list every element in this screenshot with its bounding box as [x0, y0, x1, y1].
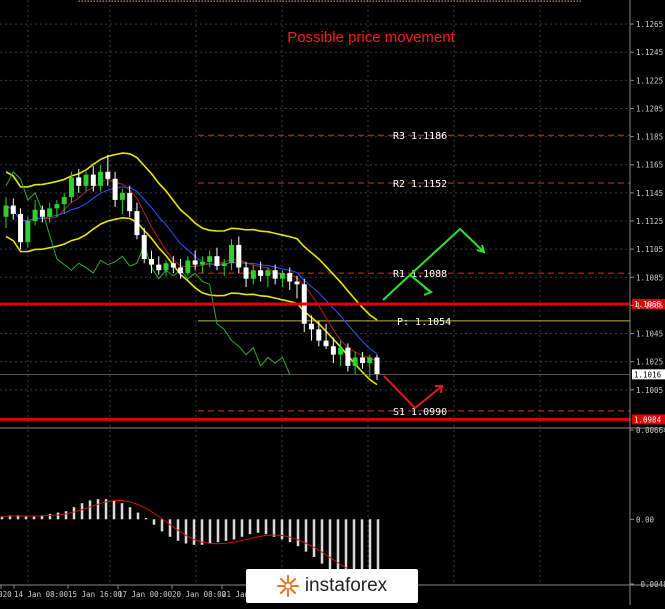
candle	[309, 324, 314, 330]
candle	[40, 210, 45, 217]
axis-tick-label: 1.1205	[636, 104, 663, 113]
candle	[91, 175, 96, 186]
axis-tick-label: 1.1125	[636, 217, 663, 226]
candle	[338, 348, 343, 355]
logo-starburst-icon	[277, 575, 299, 597]
axis-tick-label: 1.1025	[636, 358, 663, 367]
axis-tick-label: 1.1185	[636, 133, 663, 142]
candle	[236, 245, 241, 268]
candle	[76, 177, 81, 185]
pivot-label: R1 1.1088	[393, 269, 447, 280]
candle	[18, 214, 23, 242]
candle	[134, 211, 139, 235]
candle	[360, 357, 365, 363]
oscillator-panel: 0.006640.00-0.00481	[0, 426, 665, 589]
candle	[280, 273, 285, 279]
grid	[0, 0, 630, 585]
candle	[142, 235, 147, 259]
candle	[98, 172, 103, 186]
candle	[294, 282, 299, 285]
candle	[287, 273, 292, 281]
candle	[11, 206, 16, 214]
axis-tick-label: 1.1065	[636, 301, 663, 310]
current-price-value: 1.1016	[634, 370, 662, 379]
candle	[200, 262, 205, 265]
bollinger-lower	[6, 218, 377, 385]
candle	[331, 346, 336, 354]
candle	[229, 245, 234, 263]
red-level-lower-value: 1.0984	[634, 415, 662, 424]
candle	[4, 206, 9, 217]
osc-tick-label: 0.00664	[636, 426, 665, 435]
candle	[62, 197, 67, 204]
candle	[265, 270, 270, 276]
axis-tick-label: 1.1165	[636, 161, 663, 170]
candle	[251, 270, 256, 278]
axis-tick-label: 1.1005	[636, 386, 663, 395]
time-tick-label: 20 Jan 08:00	[172, 590, 227, 599]
candle	[25, 221, 30, 242]
candle	[316, 329, 321, 340]
candle	[127, 193, 132, 211]
axis-tick-label: 1.1245	[636, 48, 663, 57]
candle	[324, 341, 329, 347]
time-tick-label: 17 Jan 00:00	[118, 590, 173, 599]
candle	[54, 204, 59, 208]
axis-tick-label: 1.1045	[636, 330, 663, 339]
time-tick-label: 14 Jan 08:00	[14, 590, 69, 599]
candle	[353, 357, 358, 365]
candle	[47, 208, 52, 216]
candle	[156, 265, 161, 271]
candle	[178, 267, 183, 273]
candle	[222, 263, 227, 266]
candle	[149, 259, 154, 265]
pivot-label: P: 1.1054	[397, 317, 451, 328]
pivot-label: S1 1.0990	[393, 407, 447, 418]
candle	[69, 177, 74, 197]
pivot-label: R3 1.1186	[393, 131, 447, 142]
pivot-label: R2 1.1152	[393, 179, 447, 190]
candle	[33, 210, 38, 221]
candle	[207, 256, 212, 262]
candle	[214, 256, 219, 266]
chart-title: Possible price movement	[287, 29, 455, 46]
axis-tick-label: 1.1265	[636, 20, 663, 29]
time-tick-label: 15 Jan 16:00	[68, 590, 123, 599]
candle	[84, 175, 89, 186]
candle	[120, 193, 125, 200]
indicator-lines	[6, 153, 377, 385]
axis-tick-label: 1.1225	[636, 76, 663, 85]
candle	[345, 348, 350, 366]
candle	[113, 179, 118, 200]
candle	[193, 260, 198, 264]
osc-tick-label: 0.00	[636, 515, 655, 524]
logo-text: instaforex	[305, 575, 387, 597]
candle	[105, 172, 110, 179]
time-tick-label: 13 Jan 2020	[0, 590, 12, 599]
candle	[273, 270, 278, 278]
candles	[4, 155, 380, 380]
axis-tick-label: 1.1145	[636, 189, 663, 198]
axis-tick-label: 1.1105	[636, 245, 663, 254]
chart-stage: R3 1.1186 R2 1.1152 R1 1.1088 P: 1.1054 S1 1…	[0, 0, 665, 605]
price-chart: R3 1.1186 R2 1.1152 R1 1.1088 P: 1.1054 S1 1…	[0, 0, 665, 605]
candle	[171, 263, 176, 267]
candle	[164, 263, 169, 270]
candle	[375, 357, 380, 374]
logo: instaforex	[246, 569, 418, 603]
candle	[258, 270, 263, 276]
candle	[244, 267, 249, 278]
candle	[185, 260, 190, 273]
candle	[367, 357, 372, 363]
red-arrow	[384, 376, 442, 408]
axis-tick-label: 1.1085	[636, 273, 663, 282]
